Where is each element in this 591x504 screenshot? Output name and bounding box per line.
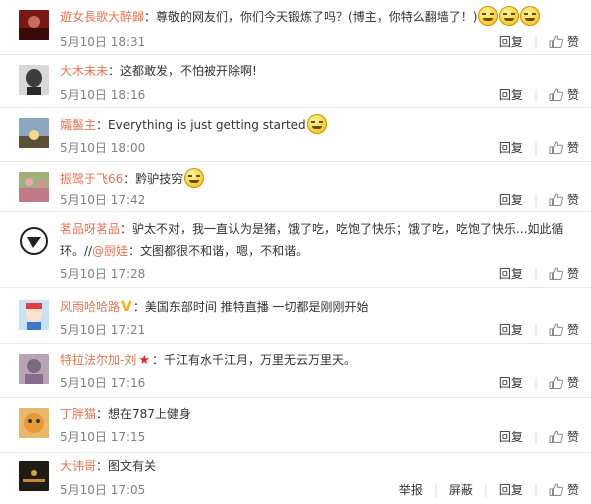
comment-actions: 回复 | 赞 — [498, 139, 579, 156]
comment-actions: 回复 | 赞 — [498, 374, 579, 391]
grin-emoticon-icon — [306, 114, 327, 134]
report-button[interactable]: 举报 — [399, 481, 423, 498]
like-button[interactable]: 赞 — [549, 374, 579, 391]
reply-button[interactable]: 回复 — [499, 321, 523, 338]
mention-link[interactable]: @厨娃 — [92, 244, 128, 258]
like-button[interactable]: 赞 — [549, 481, 579, 498]
thumbs-up-icon — [549, 376, 563, 389]
comment-text: 美国东部时间 推特直播 一切都是刚刚开始 — [144, 300, 369, 314]
reply-button[interactable]: 回复 — [499, 374, 523, 391]
username-link[interactable]: 大讳哥 — [60, 459, 96, 473]
comment-actions: 回复 | 赞 — [498, 33, 579, 50]
comment-actions: 回复 | 赞 — [498, 321, 579, 338]
like-button[interactable]: 赞 — [549, 428, 579, 445]
star-badge-icon: ★ — [138, 353, 150, 368]
timestamp: 5月10日 17:28 — [60, 267, 146, 281]
comment-item: 遊女長歌大醉歸：尊敬的网友们，你们今天锻炼了吗？(博主，你特么翻墙了！) 5月1… — [0, 0, 591, 55]
comment-text: 尊敬的网友们，你们今天锻炼了吗？(博主，你特么翻墙了！) — [156, 10, 478, 24]
comment-text: ：文图都很不和谐，嗯，不和谐。 — [128, 244, 309, 258]
comment-text: 这都敢发，不怕被开除啊! — [120, 64, 257, 78]
timestamp: 5月10日 17:16 — [60, 376, 146, 390]
comment-list: 遊女長歌大醉歸：尊敬的网友们，你们今天锻炼了吗？(博主，你特么翻墙了！) 5月1… — [0, 0, 591, 504]
avatar[interactable] — [19, 226, 49, 256]
comment-item: 风雨哈哈路V：美国东部时间 推特直播 一切都是刚刚开始 5月10日 17:21 … — [0, 288, 591, 344]
comment-text: Everything is just getting started — [108, 118, 306, 132]
username-link[interactable]: 孀鬣主 — [60, 118, 96, 132]
reply-button[interactable]: 回复 — [499, 191, 523, 208]
thumbs-up-icon — [549, 141, 563, 154]
thumbs-up-icon — [549, 88, 563, 101]
reply-button[interactable]: 回复 — [499, 428, 523, 445]
comment-text: 图文有关 — [108, 459, 157, 473]
reply-button[interactable]: 回复 — [499, 33, 523, 50]
comment-actions: 举报 | 屏蔽 | 回复 | 赞 — [398, 481, 579, 498]
thumbs-up-icon — [549, 483, 563, 496]
comment-text: 千江有水千江月，万里无云万里天。 — [164, 353, 357, 367]
avatar[interactable] — [19, 65, 49, 95]
timestamp: 5月10日 17:21 — [60, 323, 146, 337]
username-link[interactable]: 遊女長歌大醉歸 — [60, 10, 144, 24]
timestamp: 5月10日 18:16 — [60, 88, 146, 102]
emoticon-icon — [499, 6, 520, 26]
block-button[interactable]: 屏蔽 — [449, 481, 473, 498]
like-button[interactable]: 赞 — [549, 139, 579, 156]
comment-item: 丁胖猫：想在787上健身 5月10日 17:15 回复 | 赞 — [0, 398, 591, 453]
comment-item: 茗品呀茗品：驴太不对，我一直认为是猪，饿了吃，吃饱了快乐；饿了吃，吃饱了快乐..… — [0, 212, 591, 288]
username-link[interactable]: 振鹭于飞66 — [60, 172, 123, 186]
timestamp: 5月10日 17:15 — [60, 430, 146, 444]
comment-text: 黔驴技穷 — [135, 172, 184, 186]
comment-actions: 回复 | 赞 — [498, 265, 579, 282]
like-button[interactable]: 赞 — [549, 86, 579, 103]
emoticon-icon — [520, 6, 541, 26]
timestamp: 5月10日 17:05 — [60, 483, 146, 497]
thumbs-up-icon — [549, 267, 563, 280]
timestamp: 5月10日 18:31 — [60, 35, 146, 49]
emoticon-icon — [478, 6, 499, 26]
comment-item: 大木未未：这都敢发，不怕被开除啊! 5月10日 18:16 回复 | 赞 — [0, 55, 591, 108]
like-button[interactable]: 赞 — [549, 191, 579, 208]
thumbs-up-icon — [549, 430, 563, 443]
username-link[interactable]: 茗品呀茗品 — [60, 222, 120, 236]
avatar[interactable] — [19, 118, 49, 148]
vip-icon: V — [121, 299, 132, 315]
avatar[interactable] — [19, 10, 49, 40]
timestamp: 5月10日 18:00 — [60, 141, 146, 155]
comment-actions: 回复 | 赞 — [498, 428, 579, 445]
reply-button[interactable]: 回复 — [499, 265, 523, 282]
reply-button[interactable]: 回复 — [499, 139, 523, 156]
username-link[interactable]: 大木未未 — [60, 64, 108, 78]
avatar[interactable] — [19, 408, 49, 438]
reply-button[interactable]: 回复 — [499, 481, 523, 498]
like-button[interactable]: 赞 — [549, 321, 579, 338]
username-link[interactable]: 风雨哈哈路 — [60, 300, 120, 314]
comment-actions: 回复 | 赞 — [498, 191, 579, 208]
comment-item: 孀鬣主：Everything is just getting started 5… — [0, 108, 591, 162]
avatar[interactable] — [19, 300, 49, 330]
like-button[interactable]: 赞 — [549, 33, 579, 50]
username-link[interactable]: 丁胖猫 — [60, 407, 96, 421]
username-link[interactable]: 特拉法尔加-刘 — [60, 353, 136, 367]
avatar[interactable] — [19, 354, 49, 384]
avatar[interactable] — [19, 172, 49, 202]
timestamp: 5月10日 17:42 — [60, 193, 146, 207]
comment-item: 特拉法尔加-刘 ★ ：千江有水千江月，万里无云万里天。 5月10日 17:16 回复… — [0, 344, 591, 398]
comment-item: 大讳哥：图文有关 5月10日 17:05 举报 | 屏蔽 | 回复 | 赞 — [0, 453, 591, 504]
thumbs-up-icon — [549, 323, 563, 336]
reply-button[interactable]: 回复 — [499, 86, 523, 103]
comment-item: 振鹭于飞66：黔驴技穷 5月10日 17:42 回复 | 赞 — [0, 162, 591, 212]
thumbs-up-icon — [549, 35, 563, 48]
avatar[interactable] — [19, 461, 49, 491]
comment-text: 想在787上健身 — [108, 407, 191, 421]
comment-actions: 回复 | 赞 — [498, 86, 579, 103]
like-button[interactable]: 赞 — [549, 265, 579, 282]
thumbs-up-icon — [549, 193, 563, 206]
smirk-emoticon-icon — [184, 168, 205, 188]
